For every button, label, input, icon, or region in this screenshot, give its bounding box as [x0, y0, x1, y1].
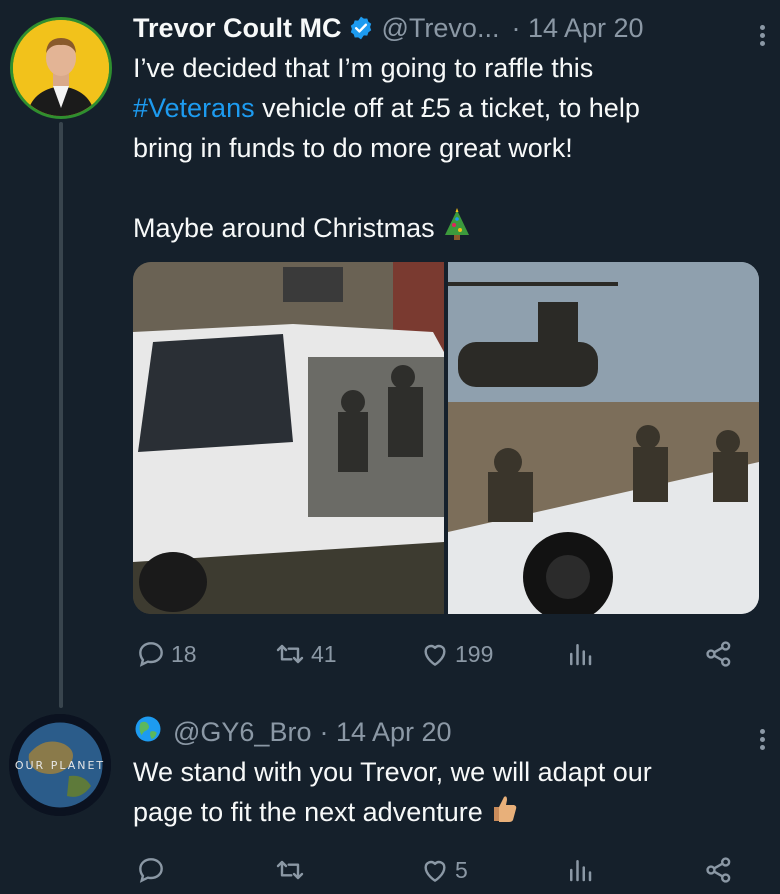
avatar[interactable]: OUR PLANET	[9, 714, 111, 816]
share-icon	[706, 641, 731, 667]
christmas-tree-icon	[442, 208, 472, 251]
author-name[interactable]: Trevor Coult MC	[133, 13, 342, 44]
tweet-date[interactable]: · 14 Apr 20	[319, 717, 451, 748]
like-count: 199	[455, 640, 494, 667]
retweet-icon	[276, 860, 304, 880]
share-icon	[706, 857, 731, 883]
retweet-count: 41	[311, 640, 337, 667]
more-options-icon[interactable]	[758, 22, 766, 49]
views-button[interactable]	[565, 639, 595, 669]
tweet-header: Trevor Coult MC @Trevo... · 14 Apr 20	[133, 8, 766, 48]
views-button[interactable]	[565, 855, 595, 885]
retweet-button[interactable]	[273, 854, 311, 886]
share-button[interactable]	[703, 854, 735, 886]
van-photo-left[interactable]	[133, 262, 444, 614]
tweet-text-line: Maybe around Christmas	[133, 213, 435, 243]
analytics-icon	[570, 860, 592, 882]
avatar[interactable]	[10, 17, 112, 119]
heart-icon	[424, 860, 446, 882]
author-handle[interactable]: @Trevo...	[382, 13, 500, 44]
analytics-icon	[570, 644, 592, 666]
tweet-text-line: I’ve decided that I’m going to raffle th…	[133, 53, 594, 83]
tweet-text-line: We stand with you Trevor, we will adapt …	[133, 757, 652, 787]
thread-line	[59, 122, 63, 708]
reply-button[interactable]: 18	[135, 638, 197, 670]
share-button[interactable]	[703, 638, 735, 670]
more-options-icon[interactable]	[758, 726, 766, 753]
tweet-text: We stand with you Trevor, we will adapt …	[133, 752, 766, 834]
verified-badge-icon	[348, 15, 374, 41]
thumbs-up-icon	[490, 793, 518, 834]
tweet[interactable]: @GY6_Bro · 14 Apr 20 We stand with you T…	[133, 712, 766, 834]
tweet-actions: 5	[133, 850, 733, 890]
like-button[interactable]: 199	[419, 638, 493, 670]
retweet-button[interactable]: 41	[273, 638, 337, 670]
tweet-actions: 18 41 199	[133, 634, 733, 674]
heart-icon	[424, 644, 446, 666]
retweet-icon	[276, 644, 304, 664]
reply-icon	[139, 642, 163, 667]
author-handle[interactable]: @GY6_Bro	[173, 717, 311, 748]
globe-icon	[133, 714, 167, 751]
reply-icon	[139, 858, 163, 883]
avatar-person-image	[13, 20, 109, 116]
hashtag-link[interactable]: #Veterans	[133, 93, 255, 123]
tweet-text-line: page to fit the next adventure	[133, 797, 483, 827]
tweet-text: I’ve decided that I’m going to raffle th…	[133, 48, 766, 251]
tweet-text-line: vehicle off at £5 a ticket, to help	[254, 93, 640, 123]
tweet-header: @GY6_Bro · 14 Apr 20	[133, 712, 766, 752]
van-photo-right[interactable]	[448, 262, 759, 614]
like-button[interactable]: 5	[419, 854, 468, 886]
tweet[interactable]: Trevor Coult MC @Trevo... · 14 Apr 20 I’…	[133, 8, 766, 251]
media-grid[interactable]	[133, 262, 759, 614]
like-count: 5	[455, 856, 468, 883]
reply-button[interactable]	[135, 854, 171, 886]
tweet-date[interactable]: · 14 Apr 20	[511, 13, 643, 44]
avatar-logo-text: OUR PLANET	[14, 759, 106, 772]
tweet-text-line: bring in funds to do more great work!	[133, 133, 573, 163]
reply-count: 18	[171, 640, 197, 667]
